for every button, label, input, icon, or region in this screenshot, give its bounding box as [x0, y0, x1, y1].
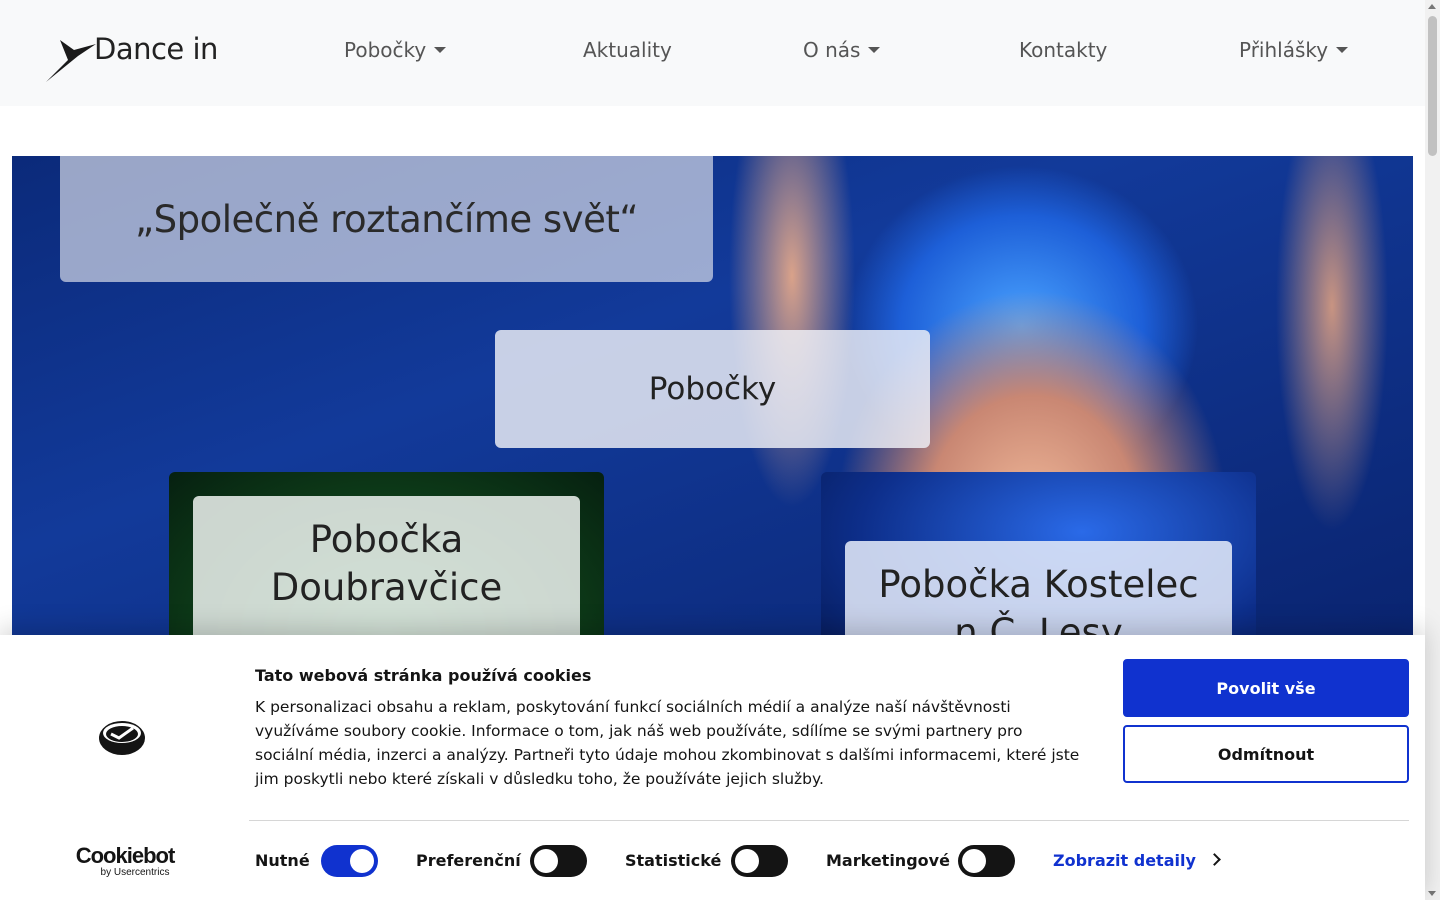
- hero-section: „Společně roztančíme svět“ Pobočky Poboč…: [12, 156, 1413, 636]
- show-details-label: Zobrazit detaily: [1053, 851, 1196, 870]
- branches-heading: Pobočky: [648, 371, 777, 407]
- branches-heading-box: Pobočky: [495, 330, 930, 448]
- chevron-right-icon: [1208, 853, 1221, 866]
- cookie-divider: [249, 820, 1409, 821]
- nav-item-label: O nás: [803, 38, 861, 62]
- cookie-consent-banner: Cookiebot by Usercentrics Tato webová st…: [0, 635, 1425, 900]
- branch-card-kostelec[interactable]: Pobočka Kostelec n.Č. Lesy: [821, 472, 1256, 636]
- toggle-marketing[interactable]: [958, 845, 1015, 877]
- toggle-necessary[interactable]: [321, 845, 378, 877]
- toggle-label-marketing: Marketingové: [826, 851, 950, 870]
- branch-card-title: Pobočka Kostelec n.Č. Lesy: [878, 563, 1199, 636]
- site-logo[interactable]: Dance in: [44, 30, 234, 86]
- nav-item-label: Aktuality: [583, 38, 672, 62]
- show-details-link[interactable]: Zobrazit detaily: [1053, 851, 1221, 870]
- toggle-preferences[interactable]: [530, 845, 587, 877]
- caret-down-icon: [434, 47, 447, 53]
- logo-text: Dance in: [94, 32, 218, 66]
- nav-item-o-nas[interactable]: O nás: [803, 38, 881, 62]
- toggle-knob: [350, 849, 374, 873]
- scroll-thumb[interactable]: [1428, 16, 1437, 156]
- caret-down-icon: [868, 47, 881, 53]
- nav-item-aktuality[interactable]: Aktuality: [583, 38, 672, 62]
- branch-card-title: Pobočka Doubravčice: [270, 518, 503, 609]
- toggle-knob: [962, 849, 986, 873]
- nav-item-pobocky[interactable]: Pobočky: [344, 38, 447, 62]
- scroll-up-arrow-icon[interactable]: [1428, 4, 1436, 9]
- branch-card-title-box: Pobočka Kostelec n.Č. Lesy: [845, 541, 1232, 636]
- hero-quote-box: „Společně roztančíme svět“: [60, 156, 713, 282]
- branch-card-title-box: Pobočka Doubravčice: [193, 496, 580, 636]
- nav-item-label: Kontakty: [1019, 38, 1108, 62]
- dance-in-logo-icon: [46, 40, 96, 82]
- toggle-statistics[interactable]: [731, 845, 788, 877]
- nav-item-prihlasky[interactable]: Přihlášky: [1239, 38, 1349, 62]
- navbar: Dance in Pobočky Aktuality O nás Kontakt…: [0, 0, 1425, 106]
- toggle-knob: [534, 849, 558, 873]
- scroll-down-arrow-icon[interactable]: [1428, 891, 1436, 896]
- toggle-label-preferences: Preferenční: [416, 851, 521, 870]
- nav-item-label: Pobočky: [344, 38, 427, 62]
- nav-item-kontakty[interactable]: Kontakty: [1019, 38, 1107, 62]
- toggle-label-statistics: Statistické: [625, 851, 722, 870]
- cookie-title: Tato webová stránka používá cookies: [255, 666, 592, 685]
- reject-button[interactable]: Odmítnout: [1123, 725, 1409, 783]
- toggle-label-necessary: Nutné: [255, 851, 310, 870]
- caret-down-icon: [1336, 47, 1349, 53]
- hero-quote: „Společně roztančíme svět“: [134, 197, 639, 241]
- toggle-knob: [735, 849, 759, 873]
- cookie-description: K personalizaci obsahu a reklam, poskyto…: [255, 698, 1080, 788]
- page-scrollbar[interactable]: [1425, 0, 1440, 900]
- allow-all-button[interactable]: Povolit vše: [1123, 659, 1409, 717]
- nav-item-label: Přihlášky: [1239, 38, 1329, 62]
- cookiebot-logo-icon: [99, 721, 145, 755]
- branch-card-doubravcice[interactable]: Pobočka Doubravčice: [169, 472, 604, 636]
